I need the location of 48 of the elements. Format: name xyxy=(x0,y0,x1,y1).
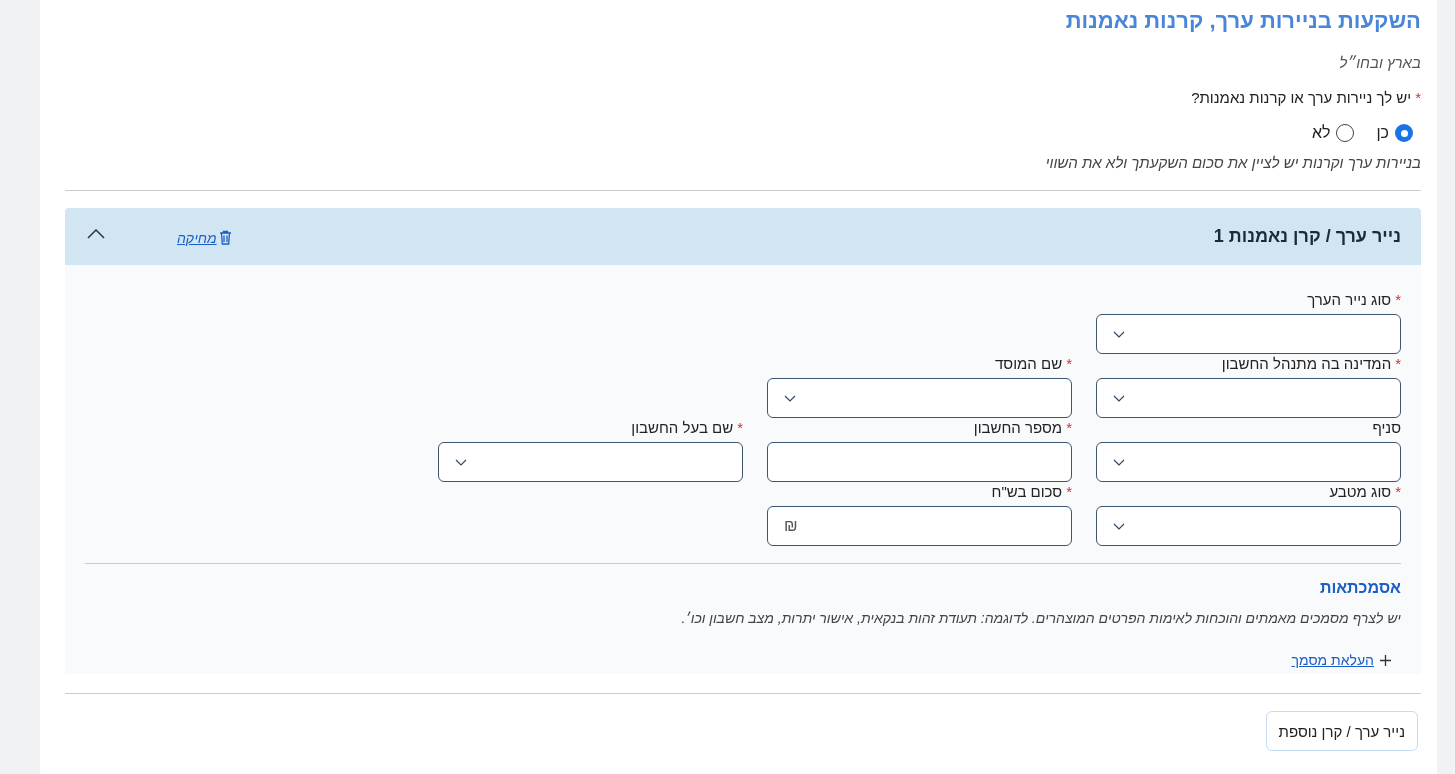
select-field[interactable] xyxy=(767,378,1072,418)
plus-icon xyxy=(1380,654,1391,666)
chevron-up-icon[interactable] xyxy=(87,228,105,239)
select-field[interactable] xyxy=(1096,506,1401,546)
field-label: שם בעל החשבון xyxy=(631,419,734,436)
add-item-button[interactable]: נייר ערך / קרן נוספת xyxy=(1265,711,1418,751)
section-title: השקעות בניירות ערך, קרנות נאמנות xyxy=(1064,7,1421,35)
documents-heading: אסמכתאות xyxy=(1318,579,1401,597)
chevron-down-icon xyxy=(1113,522,1125,530)
delete-link[interactable]: מחיקה xyxy=(177,229,232,246)
required-asterisk: * xyxy=(1066,419,1072,436)
field-label: המדינה בה מתנהל החשבון xyxy=(1221,355,1392,372)
required-asterisk: * xyxy=(1395,291,1401,308)
field-label: מספר החשבון xyxy=(973,419,1063,436)
field-label: שם המוסד xyxy=(995,355,1063,372)
hint-text: בניירות ערך וקרנות יש לציין את סכום השקעתך ולא את השווי xyxy=(1044,154,1421,171)
select-field[interactable] xyxy=(1096,378,1401,418)
field-label: סכום בש"ח xyxy=(991,483,1063,500)
radio-label: לא xyxy=(1311,124,1331,142)
required-asterisk: * xyxy=(1415,89,1421,106)
input-field[interactable] xyxy=(767,442,1072,482)
radio-label: כן xyxy=(1376,124,1389,142)
documents-note: יש לצרף מסמכים מאמתים והוכחות לאימות הפרטים המוצהרים. לדוגמה: תעודת זהות בנקאית, אישור יתרות, מצב חשבון וכו׳. xyxy=(680,610,1401,626)
accordion-header[interactable]: נייר ערך / קרן נאמנות 1 מחיקה xyxy=(65,208,1421,265)
section-subtitle: בארץ ובחו״ל xyxy=(1338,54,1421,71)
radio-button[interactable] xyxy=(1336,124,1355,142)
required-asterisk: * xyxy=(737,419,743,436)
question-label: יש לך ניירות ערך או קרנות נאמנות? xyxy=(1191,89,1412,106)
chevron-down-icon xyxy=(1113,330,1125,338)
field-label: סוג נייר הערך xyxy=(1307,291,1392,308)
chevron-down-icon xyxy=(1113,394,1125,402)
field-label: סוג מטבע xyxy=(1329,483,1392,500)
required-asterisk: * xyxy=(1395,483,1401,500)
select-field[interactable] xyxy=(1096,442,1401,482)
chevron-down-icon xyxy=(1113,458,1125,466)
select-field[interactable] xyxy=(1096,314,1401,354)
field-label: סניף xyxy=(1372,419,1401,436)
chevron-down-icon xyxy=(455,458,467,466)
radio-button[interactable] xyxy=(1395,124,1413,142)
required-asterisk: * xyxy=(1066,483,1072,500)
required-asterisk: * xyxy=(1395,355,1401,372)
required-asterisk: * xyxy=(1066,355,1072,372)
item-title: נייר ערך / קרן נאמנות 1 xyxy=(1213,226,1401,247)
select-field[interactable] xyxy=(438,442,743,482)
trash-icon xyxy=(218,230,232,245)
chevron-down-icon xyxy=(784,394,796,402)
amount-field[interactable]: ₪ xyxy=(767,506,1072,546)
upload-link[interactable]: העלאת מסמך xyxy=(1291,652,1401,668)
